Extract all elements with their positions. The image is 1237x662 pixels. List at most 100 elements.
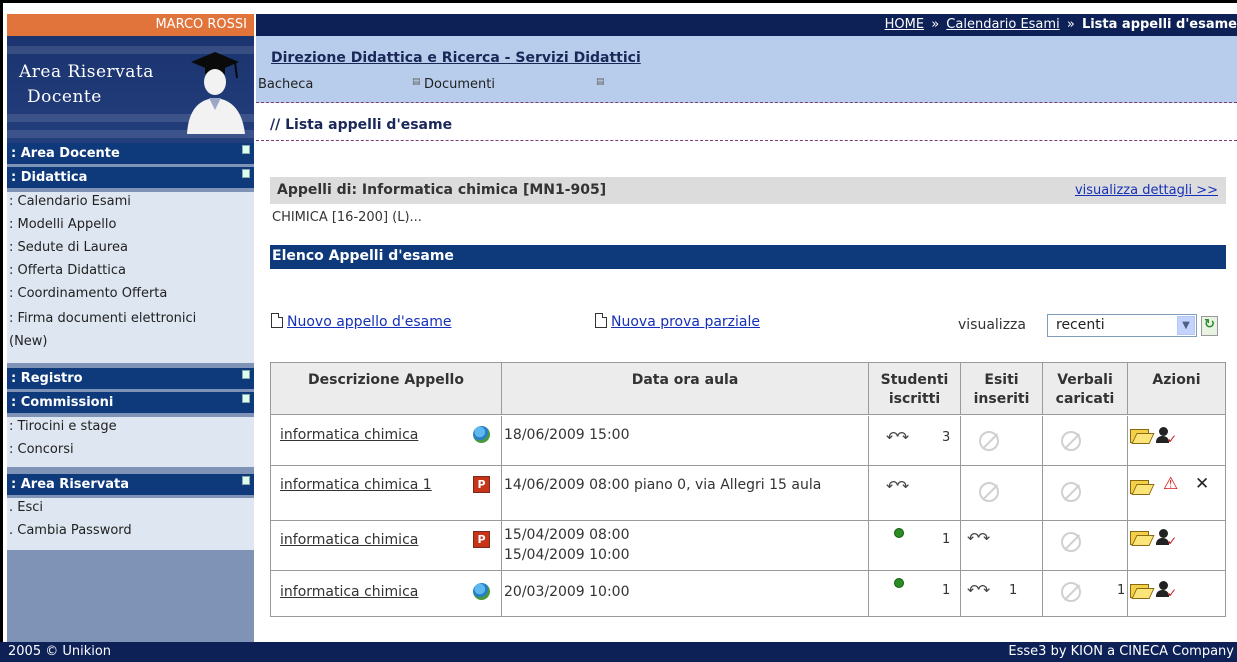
new-exam-link[interactable]: Nuovo appello d'esame [287, 314, 451, 330]
table-row-3-desc: informatica chimica P [271, 521, 502, 571]
sidebar-section-area-riservata[interactable]: : Area Riservata [7, 474, 254, 495]
delete-icon[interactable]: ✕ [1195, 474, 1209, 494]
sidebar-item-esci[interactable]: . Esci [7, 498, 254, 521]
footer-credit: Esse3 by KION a CINECA Company [1008, 644, 1234, 659]
sidebar-item-modelli-appello[interactable]: : Modelli Appello [7, 215, 254, 238]
exam-date: 15/04/2009 08:00 15/04/2009 10:00 [504, 527, 630, 563]
expand-icon[interactable] [242, 394, 250, 403]
col-header-studenti: Studenti iscritti [869, 363, 961, 415]
exam-desc-link[interactable]: informatica chimica [280, 582, 460, 602]
verbali-count: 1 [1117, 583, 1126, 598]
breadcrumb-calendario-link[interactable]: Calendario Esami [946, 17, 1059, 32]
col-header-label: Verbali caricati [1055, 372, 1115, 407]
sidebar-item-sedute-laurea[interactable]: : Sedute di Laurea [7, 238, 254, 261]
open-folder-icon[interactable] [1130, 584, 1149, 598]
open-folder-icon[interactable] [1130, 429, 1149, 443]
col-header-azioni: Azioni [1128, 363, 1225, 415]
iscritti-count: 1 [942, 532, 951, 547]
sync-icon[interactable]: ↶↷ [886, 477, 909, 495]
breadcrumb-separator: » [931, 17, 940, 32]
appelli-bar: Appelli di: Informatica chimica [MN1-905… [270, 177, 1226, 204]
area-riservata-logo: Area Riservata Docente [7, 36, 254, 143]
open-folder-icon[interactable] [1130, 531, 1149, 545]
table-row-1-date: 18/06/2009 15:00 [502, 416, 869, 466]
iscritti-count: 3 [942, 430, 951, 445]
open-folder-icon[interactable] [1130, 480, 1149, 494]
table-row-3-iscritti: 1 [869, 521, 961, 571]
new-partial-link[interactable]: Nuova prova parziale [611, 314, 760, 330]
col-header-label: Studenti iscritti [880, 372, 949, 407]
sidebar-item-calendario-esami[interactable]: : Calendario Esami [7, 192, 254, 215]
green-status-icon [895, 529, 903, 537]
no-entry-icon [1061, 532, 1081, 552]
table-row-2-desc: informatica chimica 1 P [271, 466, 502, 521]
sidebar-section-registro[interactable]: : Registro [7, 368, 254, 389]
expand-icon[interactable] [242, 169, 250, 178]
table-row-4-azioni: ✓ [1128, 571, 1225, 616]
exam-date: 20/03/2009 10:00 [504, 584, 630, 600]
table-row-4-iscritti: 1 [869, 571, 961, 616]
sidebar-section-label[interactable]: : Area Riservata [11, 477, 129, 492]
header-band [256, 36, 1237, 103]
p-badge-icon: P [473, 476, 490, 493]
visualizza-label: visualizza [958, 317, 1026, 333]
sync-icon[interactable]: ↶↷ [967, 581, 990, 599]
exam-desc-link[interactable]: informatica chimica [280, 530, 460, 550]
sidebar-commissioni-list: : Tirocini e stage : Concorsi [7, 417, 254, 467]
tab-bacheca[interactable]: Bacheca [258, 77, 313, 92]
refresh-button[interactable] [1201, 316, 1218, 336]
expand-icon[interactable] [242, 476, 250, 485]
sync-icon[interactable]: ↶↷ [886, 428, 909, 446]
sidebar-item-tirocini[interactable]: : Tirocini e stage [7, 417, 254, 440]
exam-desc-link[interactable]: informatica chimica [280, 425, 425, 445]
sidebar-item-firma-documenti[interactable]: : Firma documenti elettronici (New) [7, 307, 207, 353]
col-header-data: Data ora aula [502, 363, 869, 415]
chevron-down-icon[interactable]: ▼ [1177, 316, 1195, 335]
sidebar-item-cambia-password[interactable]: . Cambia Password [7, 521, 254, 544]
details-link[interactable]: visualizza dettagli >> [1075, 183, 1218, 198]
table-row-4-desc: informatica chimica [271, 571, 502, 616]
department-title[interactable]: Direzione Didattica e Ricerca - Servizi … [271, 50, 641, 66]
sidebar-didattica-list: : Calendario Esami : Modelli Appello : S… [7, 192, 254, 363]
user-check-icon[interactable]: ✓ [1156, 427, 1177, 446]
breadcrumb-home-link[interactable]: HOME [885, 17, 924, 32]
green-status-icon [895, 579, 903, 587]
footer: 2005 © Unikion Esse3 by KION a CINECA Co… [0, 642, 1237, 662]
table-row-3-verbali [1043, 521, 1128, 571]
section-title-elenco: Elenco Appelli d'esame [270, 245, 1226, 269]
user-check-icon[interactable]: ✓ [1156, 581, 1177, 600]
sidebar-section-area-docente[interactable]: : Area Docente [7, 143, 254, 164]
sync-icon[interactable]: ↶↷ [967, 529, 990, 547]
sidebar-item-offerta-didattica[interactable]: : Offerta Didattica [7, 261, 254, 284]
table-row-2-date: 14/06/2009 08:00 piano 0, via Allegri 15… [502, 466, 869, 521]
user-check-icon[interactable]: ✓ [1156, 529, 1177, 548]
graduate-icon [187, 52, 245, 134]
sidebar-riservata-list: . Esci . Cambia Password [7, 498, 254, 550]
exam-desc-link[interactable]: informatica chimica 1 [280, 475, 460, 495]
expand-icon[interactable] [242, 370, 250, 379]
warning-icon[interactable]: ⚠ [1163, 474, 1178, 494]
table-row-3-date: 15/04/2009 08:00 15/04/2009 10:00 [502, 521, 869, 571]
table-row-4-verbali: 1 [1043, 571, 1128, 616]
sidebar-section-didattica[interactable]: : Didattica [7, 167, 254, 188]
tab-documenti[interactable]: Documenti [424, 77, 495, 92]
sidebar-section-link[interactable]: : Didattica [11, 170, 87, 185]
esiti-count: 1 [1009, 583, 1018, 598]
footer-copyright: 2005 © Unikion [8, 644, 112, 659]
table-row-1-azioni: ✓ [1128, 416, 1225, 466]
visualizza-select[interactable]: recenti ▼ [1047, 314, 1197, 337]
appelli-label: Appelli di: Informatica chimica [MN1-905… [277, 182, 607, 198]
table-row-1-iscritti: ↶↷ 3 [869, 416, 961, 466]
table-row-4-esiti: ↶↷ 1 [961, 571, 1043, 616]
globe-icon [473, 583, 490, 600]
table-row-3-esiti: ↶↷ [961, 521, 1043, 571]
sidebar-section-label[interactable]: : Commissioni [11, 395, 113, 410]
sidebar-section-link[interactable]: : Area Docente [11, 146, 120, 161]
divider [256, 140, 1237, 141]
sidebar-section-commissioni[interactable]: : Commissioni [7, 392, 254, 413]
user-name: MARCO ROSSI [155, 17, 247, 32]
sidebar-item-concorsi[interactable]: : Concorsi [7, 440, 254, 463]
sidebar-item-coordinamento-offerta[interactable]: : Coordinamento Offerta [7, 284, 254, 307]
expand-icon[interactable] [242, 145, 250, 154]
sidebar-section-link[interactable]: : Registro [11, 371, 83, 386]
